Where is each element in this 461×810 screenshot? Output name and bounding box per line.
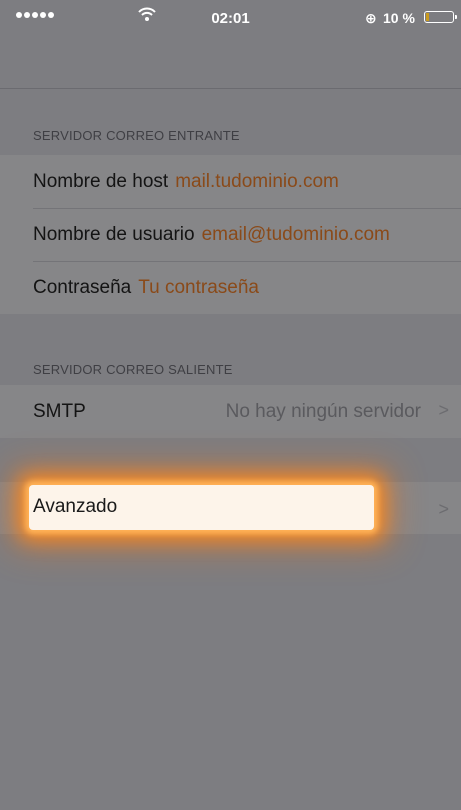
- username-label: Nombre de usuario: [33, 223, 195, 245]
- smtp-value: No hay ningún servidor: [225, 400, 421, 422]
- advanced-label[interactable]: Avanzado: [33, 496, 117, 518]
- host-name-value[interactable]: mail.tudominio.com: [175, 171, 339, 193]
- chevron-right-icon: >: [438, 400, 449, 420]
- outgoing-server-header: SERVIDOR CORREO SALIENTE: [33, 362, 233, 377]
- password-label: Contraseña: [33, 276, 132, 298]
- username-row[interactable]: Nombre de usuario email@tudominio.com: [0, 208, 461, 261]
- username-value[interactable]: email@tudominio.com: [202, 224, 390, 246]
- top-divider: [0, 88, 461, 89]
- battery-icon: [424, 11, 457, 23]
- host-name-label: Nombre de host: [33, 170, 169, 192]
- battery-percent: 10 %: [383, 10, 415, 26]
- smtp-row[interactable]: SMTP No hay ningún servidor >: [0, 385, 461, 438]
- password-row[interactable]: Contraseña Tu contraseña: [0, 261, 461, 314]
- smtp-label: SMTP: [33, 400, 86, 422]
- host-name-row[interactable]: Nombre de host mail.tudominio.com: [0, 155, 461, 208]
- outgoing-server-group: SMTP No hay ningún servidor >: [0, 385, 461, 438]
- chevron-right-icon: >: [438, 499, 449, 519]
- lock-rotation-icon: ⊕: [365, 10, 377, 26]
- password-value[interactable]: Tu contraseña: [138, 277, 259, 299]
- incoming-server-header: SERVIDOR CORREO ENTRANTE: [33, 128, 240, 143]
- status-bar: 02:01 ⊕ 10 %: [0, 0, 461, 40]
- incoming-server-group: Nombre de host mail.tudominio.com Nombre…: [0, 155, 461, 314]
